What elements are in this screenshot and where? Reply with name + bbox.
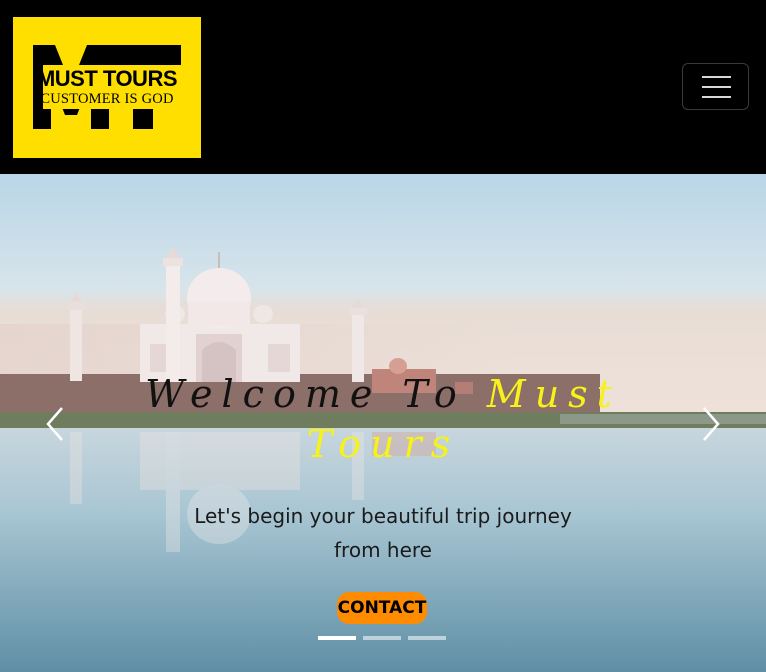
carousel-subtitle: Let's begin your beautiful trip journey … bbox=[194, 504, 572, 562]
carousel-indicator-2[interactable] bbox=[363, 636, 401, 640]
brand-logo[interactable]: MUST TOURS CUSTOMER IS GOD bbox=[13, 17, 201, 158]
menu-toggle-button[interactable] bbox=[682, 63, 749, 110]
brand-name: MUST TOURS bbox=[36, 66, 178, 91]
carousel-title: Welcome To Must Tours bbox=[120, 369, 646, 469]
carousel-prev-button[interactable] bbox=[42, 404, 72, 444]
chevron-right-icon bbox=[703, 407, 720, 441]
chevron-left-icon bbox=[46, 407, 63, 441]
title-prefix: Welcome To bbox=[145, 372, 487, 416]
carousel-next-button[interactable] bbox=[694, 404, 724, 444]
brand-tagline: CUSTOMER IS GOD bbox=[40, 91, 174, 107]
navbar: MUST TOURS CUSTOMER IS GOD bbox=[0, 0, 766, 174]
carousel-indicator-1[interactable] bbox=[318, 636, 356, 640]
contact-button[interactable]: CONTACT bbox=[337, 592, 427, 624]
carousel-indicator-3[interactable] bbox=[408, 636, 446, 640]
hero-carousel: Welcome To Must Tours Let's begin your b… bbox=[0, 174, 766, 672]
